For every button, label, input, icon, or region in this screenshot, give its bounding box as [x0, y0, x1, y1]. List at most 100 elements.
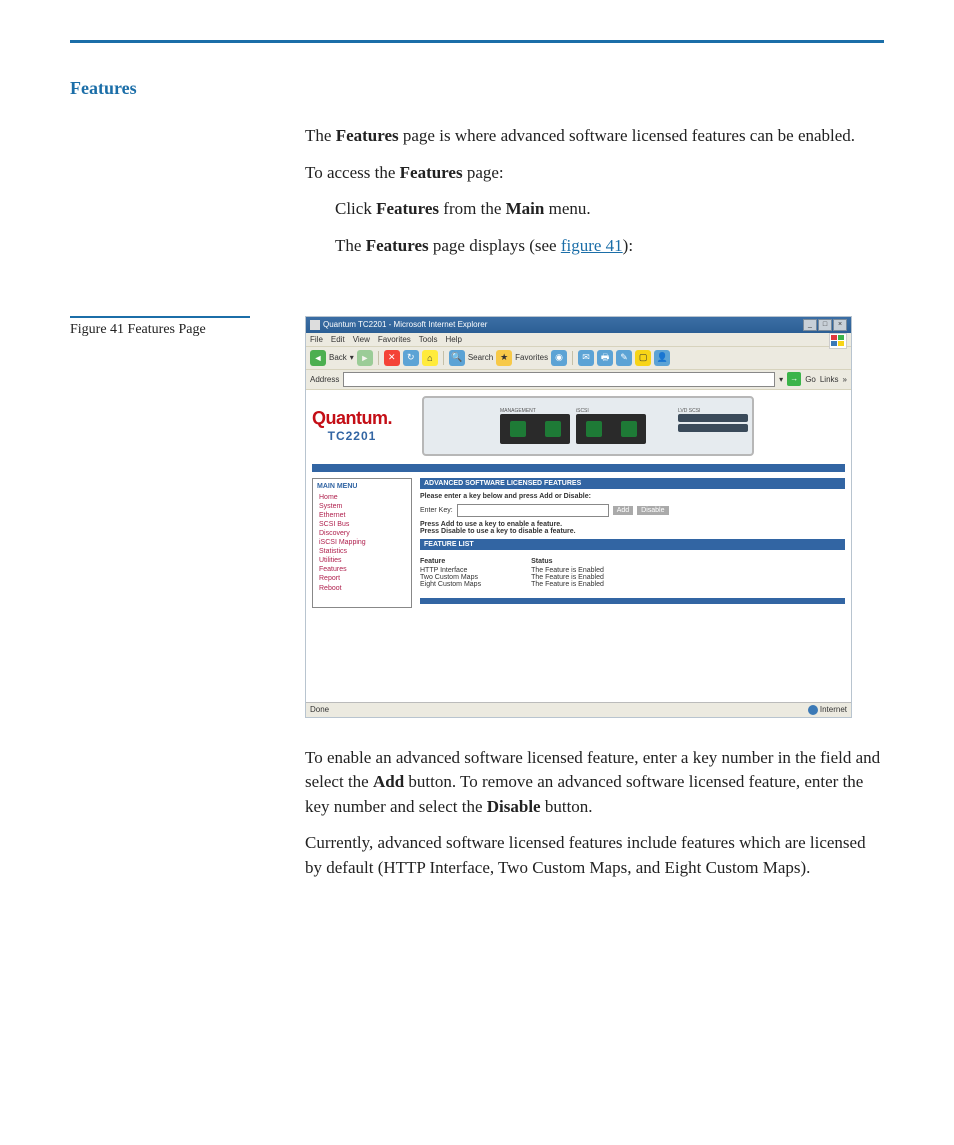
forward-button[interactable]: ► [357, 350, 373, 366]
menu-utilities[interactable]: Utilities [317, 556, 407, 565]
logo-text: Quantum. [312, 408, 392, 429]
refresh-button[interactable]: ↻ [403, 350, 419, 366]
main-bold: Main [506, 199, 545, 218]
col-feature: Feature [420, 558, 481, 565]
status-zone: Internet [820, 705, 847, 714]
note-disable: Press Disable to use a key to disable a … [420, 528, 845, 535]
after-paragraph-1: To enable an advanced software licensed … [305, 746, 884, 820]
text: page: [463, 163, 504, 182]
main-menu-title: MAIN MENU [317, 483, 407, 490]
menu-iscsi-mapping[interactable]: iSCSI Mapping [317, 538, 407, 547]
menu-file[interactable]: File [310, 335, 323, 344]
print-button[interactable]: 🖶 [597, 350, 613, 366]
col-status: Status [531, 558, 604, 565]
favorites-label[interactable]: Favorites [515, 353, 548, 362]
intro-paragraph-1: The Features page is where advanced soft… [305, 124, 884, 149]
feature-status: The Feature is Enabled [531, 574, 604, 581]
messenger-button[interactable]: 👤 [654, 350, 670, 366]
stop-button[interactable]: ✕ [384, 350, 400, 366]
panel-instruction: Please enter a key below and press Add o… [420, 493, 845, 500]
text: Click [335, 199, 376, 218]
figure-label: Figure 41 Features Page [70, 322, 206, 337]
menu-favorites[interactable]: Favorites [378, 335, 411, 344]
links-label[interactable]: Links [820, 375, 839, 384]
device-image: MANAGEMENT iSCSI LVD SCSI [422, 396, 754, 456]
after-paragraph-2: Currently, advanced software licensed fe… [305, 831, 884, 880]
search-label[interactable]: Search [468, 353, 493, 362]
step-1: Click Features from the Main menu. [305, 197, 884, 222]
maximize-button[interactable]: □ [818, 319, 832, 331]
bottom-separator [420, 598, 845, 604]
search-icon[interactable]: 🔍 [449, 350, 465, 366]
toolbar: ◄ Back ▾ ► ✕ ↻ ⌂ 🔍 Search ★ Favorites ◉ … [306, 346, 851, 370]
features-bold: Features [336, 126, 399, 145]
text: from the [439, 199, 506, 218]
ie-icon [310, 320, 320, 330]
mail-button[interactable]: ✉ [578, 350, 594, 366]
text: button. [541, 797, 593, 816]
feature-name: Two Custom Maps [420, 574, 481, 581]
quantum-logo: Quantum. TC2201 [312, 408, 392, 443]
go-label: Go [805, 375, 816, 384]
feature-status: The Feature is Enabled [531, 567, 604, 574]
menu-statistics[interactable]: Statistics [317, 547, 407, 556]
features-bold: Features [366, 236, 429, 255]
browser-content: Quantum. TC2201 MANAGEMENT iSCSI [306, 390, 851, 702]
menu-help[interactable]: Help [445, 335, 461, 344]
step-2: The Features page displays (see figure 4… [305, 234, 884, 259]
close-button[interactable]: × [833, 319, 847, 331]
features-bold: Features [376, 199, 439, 218]
disable-button[interactable]: Disable [637, 506, 668, 515]
menu-features[interactable]: Features [317, 565, 407, 574]
enter-key-input[interactable] [457, 504, 609, 517]
menu-edit[interactable]: Edit [331, 335, 345, 344]
intro-paragraph-2: To access the Features page: [305, 161, 884, 186]
window-titlebar: Quantum TC2201 - Microsoft Internet Expl… [306, 317, 851, 333]
edit-button[interactable]: ✎ [616, 350, 632, 366]
address-input[interactable] [343, 372, 775, 387]
menu-home[interactable]: Home [317, 493, 407, 502]
menu-ethernet[interactable]: Ethernet [317, 511, 407, 520]
favorites-icon[interactable]: ★ [496, 350, 512, 366]
minimize-button[interactable]: _ [803, 319, 817, 331]
menu-scsi-bus[interactable]: SCSI Bus [317, 520, 407, 529]
header-rule [70, 40, 884, 43]
folder-button[interactable]: ▢ [635, 350, 651, 366]
feature-status: The Feature is Enabled [531, 581, 604, 588]
internet-zone-icon [808, 705, 818, 715]
address-bar: Address ▾ → Go Links » [306, 370, 851, 390]
note-add: Press Add to use a key to enable a featu… [420, 521, 845, 528]
features-bold: Features [400, 163, 463, 182]
panel-title: ADVANCED SOFTWARE LICENSED FEATURES [420, 478, 845, 489]
screenshot: Quantum TC2201 - Microsoft Internet Expl… [305, 316, 852, 718]
blue-separator [312, 464, 845, 472]
home-button[interactable]: ⌂ [422, 350, 438, 366]
disable-bold: Disable [487, 797, 541, 816]
back-label[interactable]: Back [329, 353, 347, 362]
enter-key-label: Enter Key: [420, 507, 453, 514]
main-menu-panel: MAIN MENU Home System Ethernet SCSI Bus … [312, 478, 412, 608]
logo-model: TC2201 [312, 429, 392, 443]
menu-report[interactable]: Report [317, 574, 407, 583]
text: menu. [544, 199, 590, 218]
menu-bar: File Edit View Favorites Tools Help [306, 333, 851, 346]
status-done: Done [310, 705, 329, 715]
media-button[interactable]: ◉ [551, 350, 567, 366]
back-button[interactable]: ◄ [310, 350, 326, 366]
section-heading: Features [70, 78, 884, 99]
text: ): [623, 236, 633, 255]
feature-name: HTTP Interface [420, 567, 481, 574]
menu-view[interactable]: View [353, 335, 370, 344]
menu-reboot[interactable]: Reboot [317, 584, 407, 593]
address-label: Address [310, 375, 339, 384]
menu-system[interactable]: System [317, 502, 407, 511]
add-button[interactable]: Add [613, 506, 633, 515]
figure-link[interactable]: figure 41 [561, 236, 623, 255]
text: page displays (see [429, 236, 561, 255]
features-panel: ADVANCED SOFTWARE LICENSED FEATURES Plea… [420, 478, 845, 608]
figure-label-rule [70, 316, 250, 318]
menu-discovery[interactable]: Discovery [317, 529, 407, 538]
go-button[interactable]: → [787, 372, 801, 386]
menu-tools[interactable]: Tools [419, 335, 438, 344]
window-title: Quantum TC2201 - Microsoft Internet Expl… [323, 320, 487, 329]
